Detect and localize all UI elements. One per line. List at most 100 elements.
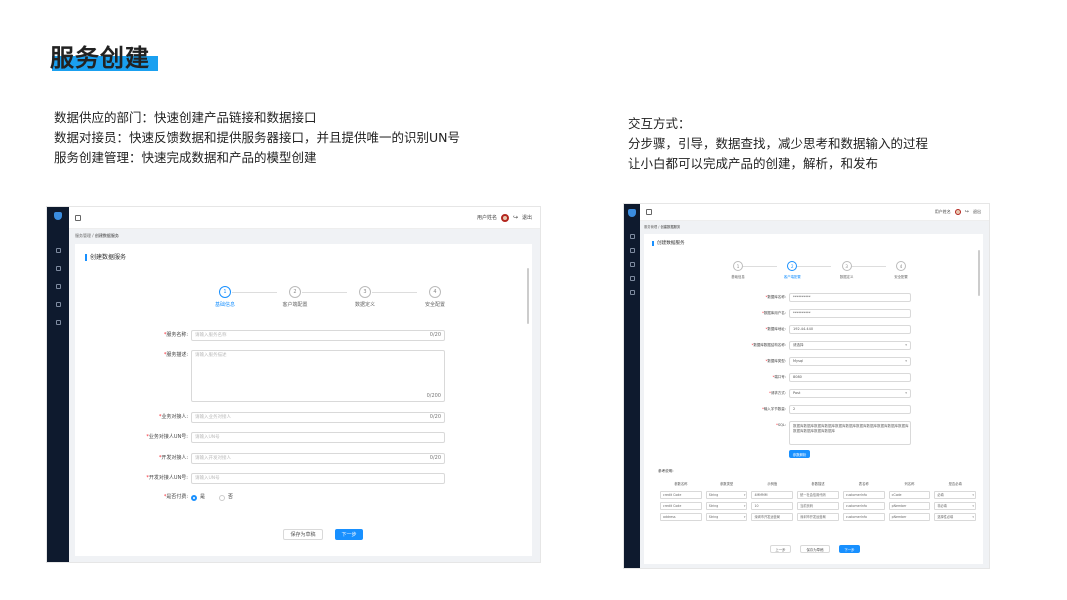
table-cell-select[interactable]: 必填 (934, 491, 977, 499)
sidebar (624, 204, 640, 568)
table-cell-input[interactable]: 10 (751, 502, 794, 510)
table-cell-input[interactable]: pNember (888, 513, 931, 521)
table-cell-input[interactable]: 深圳市开发运营局 (751, 513, 794, 521)
logout-icon[interactable]: ↪ (513, 214, 518, 221)
table-cell-input[interactable]: cCode (888, 491, 931, 499)
field-request-method: *请求方式: Post ▾ (734, 389, 911, 398)
interaction-description: 交互方式： 分步骤，引导，数据查找，减少思考和数据输入的过程 让小白都可以完成产… (628, 114, 928, 174)
service-name-input[interactable]: 请输入服务名称 0/20 (191, 330, 445, 341)
prev-button[interactable]: 上一步 (770, 545, 791, 553)
table-cell-input[interactable]: customerInfo (842, 513, 885, 521)
scrollbar[interactable] (527, 268, 529, 324)
table-cell-input[interactable]: credit Code (660, 491, 702, 499)
avatar[interactable] (500, 213, 509, 222)
chart-icon[interactable] (55, 284, 61, 289)
field-db-type: *数据库类型: Mysql ▾ (734, 357, 911, 366)
db-user-input[interactable]: ********** (789, 309, 911, 318)
table-cell-input[interactable]: 深圳市开发运营局 (797, 513, 839, 521)
chart-icon[interactable] (629, 262, 635, 267)
db-type-select[interactable]: Mysql ▾ (789, 357, 911, 366)
service-desc-textarea[interactable]: 请输入服务描述 0/200 (191, 350, 445, 402)
business-un-input[interactable]: 请输入UN号 (191, 432, 445, 443)
paid-no-option[interactable]: 否 (219, 492, 233, 503)
sql-textarea[interactable]: 数据库数据库数据库数据库数据库数据库数据库数据库数据库数据库数据库数据库数据库数… (789, 421, 911, 445)
menu-collapse-icon[interactable] (75, 214, 81, 221)
home-icon[interactable] (55, 248, 61, 253)
step-3[interactable]: 3 数据定义 (832, 261, 886, 279)
business-contact-input[interactable]: 请输入业务对接人 0/20 (191, 412, 445, 423)
table-cell-input[interactable]: 统一社会信用代码 (797, 491, 839, 499)
next-button[interactable]: 下一步 (335, 529, 363, 540)
step-number: 3 (841, 261, 852, 271)
request-method-select[interactable]: Post ▾ (789, 389, 911, 398)
db-address-input[interactable]: 192.44.440 (789, 325, 911, 334)
avatar[interactable] (954, 209, 961, 215)
step-label: 客户端配置 (783, 275, 801, 279)
logout-icon[interactable]: ↪ (965, 209, 969, 215)
step-4[interactable]: 4 安全配置 (886, 261, 916, 279)
dev-contact-input[interactable]: 请输入开发对接人 0/20 (191, 453, 445, 464)
step-number: 3 (359, 286, 371, 298)
step-3[interactable]: 3 数据定义 (350, 286, 417, 308)
data-icon[interactable] (629, 248, 635, 253)
logout-link[interactable]: 退出 (973, 209, 981, 215)
db-schema-select[interactable]: 请选择 ▾ (789, 341, 911, 350)
column-header: 参数类型 (719, 482, 734, 486)
table-cell-input[interactable]: customerInfo (842, 491, 885, 499)
user-name[interactable]: 用户姓名 (935, 209, 951, 215)
table-cell-select[interactable]: String (705, 502, 748, 510)
char-count: 0/200 (426, 393, 441, 399)
logo-icon (628, 209, 636, 217)
step-connector (797, 266, 832, 267)
table-header: 参数名称 参数类型 示例值 参数描述 表名称 列名称 是否必填 (658, 480, 978, 488)
audience-description: 数据供应的部门：快速创建产品链接和数据接口 数据对接员：快速反馈数据和提供服务器… (54, 108, 460, 168)
logout-link[interactable]: 退出 (522, 214, 532, 221)
step-2[interactable]: 2 客户端配置 (280, 286, 347, 308)
home-icon[interactable] (629, 234, 635, 239)
table-cell-input[interactable]: credit Code (660, 502, 702, 510)
step-2[interactable]: 2 客户端配置 (777, 261, 832, 279)
breadcrumb-parent[interactable]: 服务管理 (644, 225, 657, 229)
form-card: 创建数据服务 1 基础信息 2 客户端配置 3 数据定义 4 安全配置 (644, 234, 983, 564)
user-name[interactable]: 用户姓名 (477, 214, 497, 221)
parse-params-button[interactable]: 参数解析 (789, 450, 810, 458)
port-input[interactable]: 8080 (789, 373, 911, 382)
step-label: 安全配置 (424, 302, 445, 308)
next-button[interactable]: 下一步 (839, 545, 860, 553)
field-label: 请求方式: (770, 391, 786, 395)
breadcrumb-current: 创建数据服务 (94, 233, 119, 238)
settings-icon[interactable] (55, 320, 61, 325)
save-draft-button[interactable]: 保存为草稿 (800, 545, 830, 553)
user-area: 用户姓名 ↪ 退出 (935, 209, 981, 215)
settings-icon[interactable] (629, 290, 635, 295)
table-cell-input[interactable]: customerInfo (842, 502, 885, 510)
byte-count-input[interactable]: 2 (789, 405, 911, 414)
table-cell-input[interactable]: pNember (888, 502, 931, 510)
save-draft-button[interactable]: 保存为草稿 (283, 529, 323, 540)
table-cell-input[interactable]: 当前页码 (797, 502, 839, 510)
table-cell-select[interactable]: String (705, 513, 748, 521)
paid-yes-option[interactable]: 是 (191, 492, 205, 503)
list-icon[interactable] (629, 276, 635, 281)
field-business-contact: *业务对接人: 请输入业务对接人 0/20 (129, 412, 445, 423)
scrollbar[interactable] (978, 250, 980, 296)
table-cell-input[interactable]: address (660, 513, 702, 521)
table-cell-select[interactable]: 选择性必填 (934, 513, 977, 521)
placeholder: 请输入业务对接人 (195, 415, 231, 420)
table-cell-select[interactable]: 非必填 (934, 502, 977, 510)
column-header: 参数描述 (811, 482, 825, 486)
list-icon[interactable] (55, 302, 61, 307)
slide-title: 服务创建 (50, 44, 150, 72)
table-cell-select[interactable]: String (705, 491, 748, 499)
step-1[interactable]: 1 基础信息 (723, 261, 777, 279)
data-icon[interactable] (55, 266, 61, 271)
field-label: 数据库用户名: (763, 311, 786, 315)
dev-un-input[interactable]: 请输入UN号 (191, 473, 445, 484)
step-1[interactable]: 1 基础信息 (210, 286, 277, 308)
field-db-schema: *数据库数据结构名称: 请选择 ▾ (734, 341, 911, 350)
menu-collapse-icon[interactable] (646, 209, 652, 215)
table-cell-input[interactable]: 4MMMM (751, 491, 794, 499)
step-4[interactable]: 4 安全配置 (420, 286, 450, 308)
db-name-input[interactable]: ********** (789, 293, 911, 302)
breadcrumb-parent[interactable]: 服务管理 (75, 233, 91, 238)
